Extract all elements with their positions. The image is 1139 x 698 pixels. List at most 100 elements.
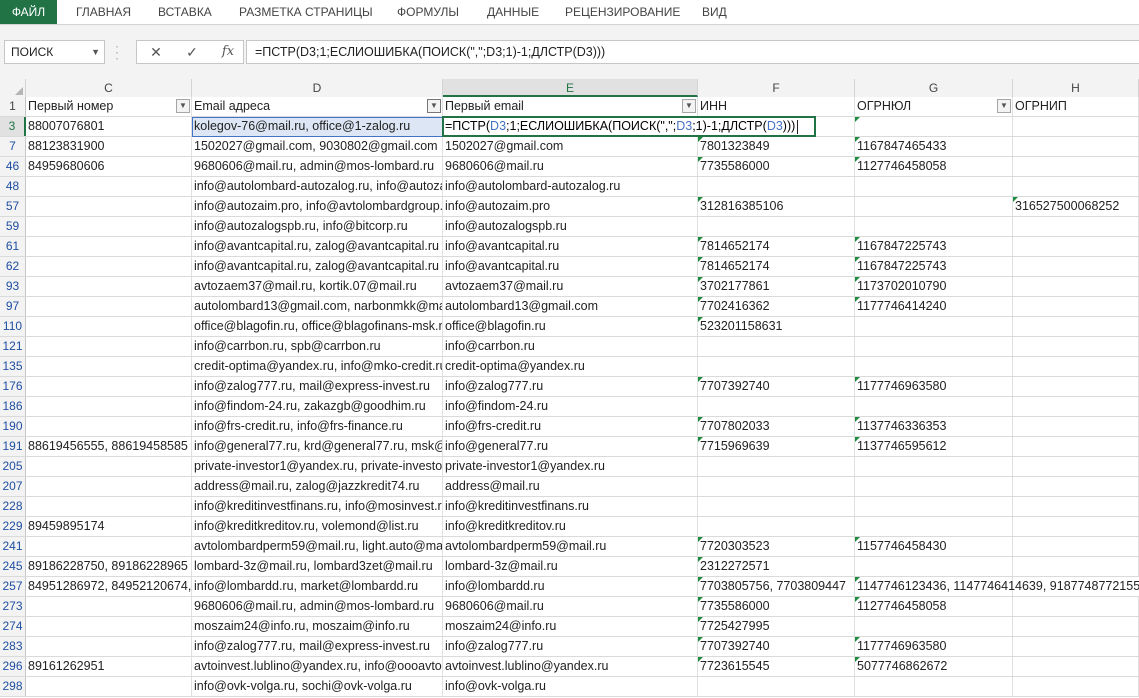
cell-h[interactable] bbox=[1013, 537, 1139, 556]
cell-c[interactable]: 84959680606 bbox=[26, 157, 192, 176]
cell-d[interactable]: info@general77.ru, krd@general77.ru, msk… bbox=[192, 437, 443, 456]
cell-f[interactable] bbox=[698, 177, 855, 196]
cell-h[interactable] bbox=[1013, 217, 1139, 236]
column-header-e[interactable]: E bbox=[443, 79, 698, 97]
cell-h[interactable] bbox=[1013, 117, 1139, 136]
cell-h[interactable] bbox=[1013, 297, 1139, 316]
cell-h[interactable] bbox=[1013, 157, 1139, 176]
column-header-c[interactable]: C bbox=[26, 79, 192, 97]
cell-c[interactable] bbox=[26, 497, 192, 516]
cell-f[interactable]: 523201158631 bbox=[698, 317, 855, 336]
cell-h[interactable] bbox=[1013, 277, 1139, 296]
cell-d[interactable]: info@zalog777.ru, mail@express-invest.ru bbox=[192, 377, 443, 396]
cell-c[interactable] bbox=[26, 257, 192, 276]
cell-g[interactable]: 1127746458058 bbox=[855, 157, 1013, 176]
row-header[interactable]: 229 bbox=[0, 517, 26, 536]
cell-f[interactable]: 2312272571 bbox=[698, 557, 855, 576]
cell-e[interactable]: info@autozaim.pro bbox=[443, 197, 698, 216]
cell-g[interactable] bbox=[855, 217, 1013, 236]
column-header-d[interactable]: D bbox=[192, 79, 443, 97]
cell-e[interactable]: moszaim24@info.ru bbox=[443, 617, 698, 636]
cell-h[interactable] bbox=[1013, 677, 1139, 696]
cell-h[interactable] bbox=[1013, 137, 1139, 156]
cell-h[interactable] bbox=[1013, 177, 1139, 196]
cell-e[interactable]: office@blagofin.ru bbox=[443, 317, 698, 336]
cell-c[interactable] bbox=[26, 197, 192, 216]
cell-h[interactable] bbox=[1013, 317, 1139, 336]
cell-f[interactable]: 3702177861 bbox=[698, 277, 855, 296]
cell-g[interactable] bbox=[855, 117, 1013, 136]
cell-f[interactable]: 7725427995 bbox=[698, 617, 855, 636]
header-cell-f[interactable]: ИНН bbox=[698, 97, 855, 116]
cell-e[interactable]: 1502027@gmail.com bbox=[443, 137, 698, 156]
cell-e[interactable]: info@ovk-volga.ru bbox=[443, 677, 698, 696]
cell-e[interactable]: avtozaem37@mail.ru bbox=[443, 277, 698, 296]
row-header[interactable]: 62 bbox=[0, 257, 26, 276]
cell-c[interactable] bbox=[26, 357, 192, 376]
row-header[interactable]: 176 bbox=[0, 377, 26, 396]
cell-d[interactable]: info@lombardd.ru, market@lombardd.ru bbox=[192, 577, 443, 596]
cell-c[interactable] bbox=[26, 297, 192, 316]
cell-c[interactable] bbox=[26, 477, 192, 496]
cell-g[interactable] bbox=[855, 397, 1013, 416]
cell-g[interactable] bbox=[855, 317, 1013, 336]
cell-e[interactable]: avtoinvest.lublino@yandex.ru bbox=[443, 657, 698, 676]
cell-g[interactable]: 1137746336353 bbox=[855, 417, 1013, 436]
cell-d[interactable]: info@kreditkreditov.ru, volemond@list.ru bbox=[192, 517, 443, 536]
cell-d[interactable]: info@carrbon.ru, spb@carrbon.ru bbox=[192, 337, 443, 356]
cell-e[interactable]: autolombard13@gmail.com bbox=[443, 297, 698, 316]
cell-e[interactable]: 9680606@mail.ru bbox=[443, 597, 698, 616]
insert-function-icon[interactable]: fx bbox=[215, 41, 241, 63]
cell-e[interactable]: info@lombardd.ru bbox=[443, 577, 698, 596]
cell-e[interactable]: credit-optima@yandex.ru bbox=[443, 357, 698, 376]
cell-d[interactable]: info@frs-credit.ru, info@frs-finance.ru bbox=[192, 417, 443, 436]
cell-c[interactable] bbox=[26, 177, 192, 196]
cell-c[interactable] bbox=[26, 617, 192, 636]
cell-g[interactable] bbox=[855, 337, 1013, 356]
cell-f[interactable]: 7735586000 bbox=[698, 157, 855, 176]
tab-ribbon-1[interactable]: ГЛАВНАЯ bbox=[76, 0, 131, 24]
cell-h[interactable] bbox=[1013, 517, 1139, 536]
cell-c[interactable] bbox=[26, 597, 192, 616]
row-header[interactable]: 298 bbox=[0, 677, 26, 696]
cell-c[interactable]: 84951286972, 84952120674, 84950000000 bbox=[26, 577, 192, 596]
cell-c[interactable] bbox=[26, 237, 192, 256]
enter-icon[interactable]: ✓ bbox=[179, 41, 205, 63]
row-header[interactable]: 283 bbox=[0, 637, 26, 656]
cell-d[interactable]: info@autolombard-autozalog.ru, info@auto… bbox=[192, 177, 443, 196]
cell-f[interactable]: 7735586000 bbox=[698, 597, 855, 616]
header-cell-d[interactable]: Email адреса bbox=[192, 97, 443, 116]
row-header[interactable]: 93 bbox=[0, 277, 26, 296]
row-header[interactable]: 7 bbox=[0, 137, 26, 156]
cell-h[interactable] bbox=[1013, 437, 1139, 456]
cell-c[interactable]: 88619456555, 88619458585 bbox=[26, 437, 192, 456]
cell-f[interactable]: 7707392740 bbox=[698, 377, 855, 396]
cell-f[interactable]: 7707802033 bbox=[698, 417, 855, 436]
row-header[interactable]: 186 bbox=[0, 397, 26, 416]
cell-d[interactable]: autolombard13@gmail.com, narbonmkk@mail.… bbox=[192, 297, 443, 316]
row-header[interactable]: 205 bbox=[0, 457, 26, 476]
row-header[interactable]: 48 bbox=[0, 177, 26, 196]
cell-c[interactable] bbox=[26, 397, 192, 416]
cell-h[interactable]: 316527500068252 bbox=[1013, 197, 1139, 216]
cell-f[interactable]: 7814652174 bbox=[698, 237, 855, 256]
cell-f[interactable]: 312816385106 bbox=[698, 197, 855, 216]
row-header[interactable]: 135 bbox=[0, 357, 26, 376]
cell-g[interactable]: 1167847225743 bbox=[855, 257, 1013, 276]
cell-d[interactable]: info@zalog777.ru, mail@express-invest.ru bbox=[192, 637, 443, 656]
cell-g[interactable]: 1173702010790 bbox=[855, 277, 1013, 296]
cell-f[interactable]: 7707392740 bbox=[698, 637, 855, 656]
cell-h[interactable] bbox=[1013, 237, 1139, 256]
cell-g[interactable] bbox=[855, 457, 1013, 476]
row-header[interactable]: 245 bbox=[0, 557, 26, 576]
cell-e[interactable]: info@findom-24.ru bbox=[443, 397, 698, 416]
cell-g[interactable] bbox=[855, 677, 1013, 696]
row-header[interactable]: 207 bbox=[0, 477, 26, 496]
cell-h[interactable] bbox=[1013, 257, 1139, 276]
cell-h[interactable] bbox=[1013, 357, 1139, 376]
cell-h[interactable] bbox=[1013, 557, 1139, 576]
cell-g[interactable]: 1167847225743 bbox=[855, 237, 1013, 256]
tab-ribbon-3[interactable]: РАЗМЕТКА СТРАНИЦЫ bbox=[239, 0, 373, 24]
cell-d[interactable]: credit-optima@yandex.ru, info@mko-credit… bbox=[192, 357, 443, 376]
tab-ribbon-7[interactable]: ВИД bbox=[702, 0, 727, 24]
